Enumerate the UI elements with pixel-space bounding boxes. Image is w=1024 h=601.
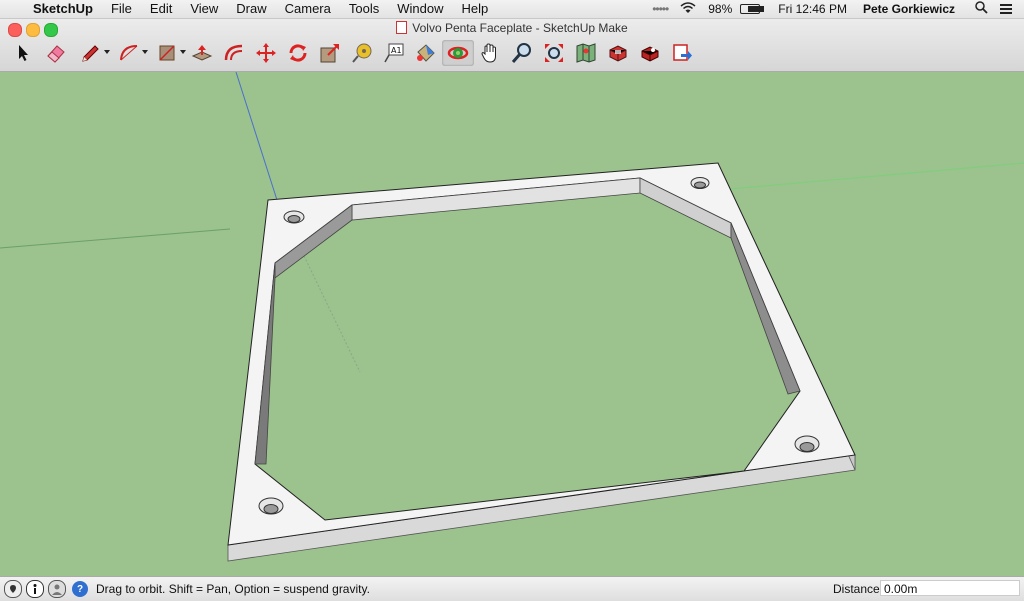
window-titlebar: Volvo Penta Faceplate - SketchUp Make A1 [0, 19, 1024, 72]
battery-percent[interactable]: 98% [708, 2, 732, 16]
3d-warehouse-tool[interactable] [602, 40, 634, 66]
help-icon[interactable]: ? [72, 581, 88, 597]
scale-icon [320, 44, 339, 63]
add-location-tool[interactable] [570, 40, 602, 66]
window-title: Volvo Penta Faceplate - SketchUp Make [0, 21, 1024, 35]
extension-warehouse-tool[interactable] [634, 40, 666, 66]
text-tool[interactable]: A1 [378, 40, 410, 66]
wifi-dots[interactable]: ••••• [652, 2, 669, 16]
user-account-icon[interactable] [48, 580, 66, 598]
push-pull-icon [191, 45, 213, 61]
pan-tool[interactable] [474, 40, 506, 66]
zoom-extents-tool[interactable] [538, 40, 570, 66]
line-tool[interactable] [72, 40, 110, 66]
bolt-hole-bottom-left[interactable] [258, 497, 284, 515]
rectangle-icon [159, 45, 175, 61]
eraser-tool[interactable] [40, 40, 72, 66]
green-axis-line [0, 228, 231, 249]
menu-bar: SketchUp File Edit View Draw Camera Tool… [0, 0, 1024, 19]
menu-draw[interactable]: Draw [227, 0, 275, 18]
zoom-extents-icon [545, 44, 563, 62]
wifi-icon[interactable] [680, 1, 696, 17]
notification-center-icon[interactable] [1000, 4, 1012, 14]
bolt-hole-top-right[interactable] [690, 177, 710, 189]
window-title-text: Volvo Penta Faceplate - SketchUp Make [412, 21, 628, 35]
move-tool[interactable] [250, 40, 282, 66]
tape-measure-icon [352, 43, 372, 63]
bolt-hole-bottom-right[interactable] [794, 435, 820, 453]
menu-view[interactable]: View [181, 0, 227, 18]
orbit-tool[interactable] [442, 40, 474, 66]
warehouse-icon [609, 45, 627, 62]
hand-icon [481, 43, 496, 63]
status-message: Drag to orbit. Shift = Pan, Option = sus… [96, 582, 370, 596]
orbit-icon [447, 46, 469, 60]
blue-axis-line [235, 72, 278, 201]
extension-icon [641, 46, 659, 62]
inner-wall-right [730, 222, 801, 395]
menu-app-name[interactable]: SketchUp [24, 0, 102, 18]
distance-label: Distance [833, 582, 880, 596]
menu-camera[interactable]: Camera [276, 0, 340, 18]
menu-tools[interactable]: Tools [340, 0, 388, 18]
text-icon: A1 [384, 43, 404, 63]
toolbar: A1 [8, 39, 698, 67]
eraser-icon [47, 45, 65, 63]
status-bar: ? Drag to orbit. Shift = Pan, Option = s… [0, 576, 1024, 601]
rectangle-tool[interactable] [148, 40, 186, 66]
text-tool-glyph: A1 [391, 46, 402, 55]
offset-icon [224, 44, 243, 61]
scale-tool[interactable] [314, 40, 346, 66]
spotlight-search-icon[interactable] [975, 1, 988, 17]
tape-measure-tool[interactable] [346, 40, 378, 66]
distance-input[interactable]: 0.00m [880, 580, 1020, 596]
zoom-tool[interactable] [506, 40, 538, 66]
green-axis-line-far [729, 162, 1024, 190]
layout-icon [673, 44, 692, 61]
menu-help[interactable]: Help [452, 0, 497, 18]
model-viewport[interactable] [0, 72, 1024, 576]
magnifier-icon [511, 43, 531, 63]
paint-bucket-icon [417, 44, 435, 62]
menu-edit[interactable]: Edit [141, 0, 181, 18]
model-canvas[interactable] [0, 72, 1024, 576]
frame-top-face[interactable] [227, 162, 856, 546]
rotate-icon [289, 44, 307, 62]
frame-front-side[interactable] [227, 454, 856, 562]
arrow-cursor-icon [19, 45, 28, 61]
arc-icon [120, 45, 138, 61]
geo-location-icon[interactable] [4, 580, 22, 598]
battery-icon[interactable] [740, 4, 764, 14]
rotate-tool[interactable] [282, 40, 314, 66]
menu-window[interactable]: Window [388, 0, 452, 18]
user-name[interactable]: Pete Gorkiewicz [863, 2, 955, 16]
pencil-icon [82, 45, 99, 62]
map-icon [576, 43, 596, 63]
bolt-hole-top-left[interactable] [283, 210, 305, 224]
credits-icon[interactable] [26, 580, 44, 598]
select-tool[interactable] [8, 40, 40, 66]
offset-tool[interactable] [218, 40, 250, 66]
move-icon [256, 43, 276, 63]
clock[interactable]: Fri 12:46 PM [778, 2, 847, 16]
menu-file[interactable]: File [102, 0, 141, 18]
arc-tool[interactable] [110, 40, 148, 66]
paint-bucket-tool[interactable] [410, 40, 442, 66]
document-proxy-icon[interactable] [396, 21, 408, 34]
push-pull-tool[interactable] [186, 40, 218, 66]
send-to-layout-tool[interactable] [666, 40, 698, 66]
